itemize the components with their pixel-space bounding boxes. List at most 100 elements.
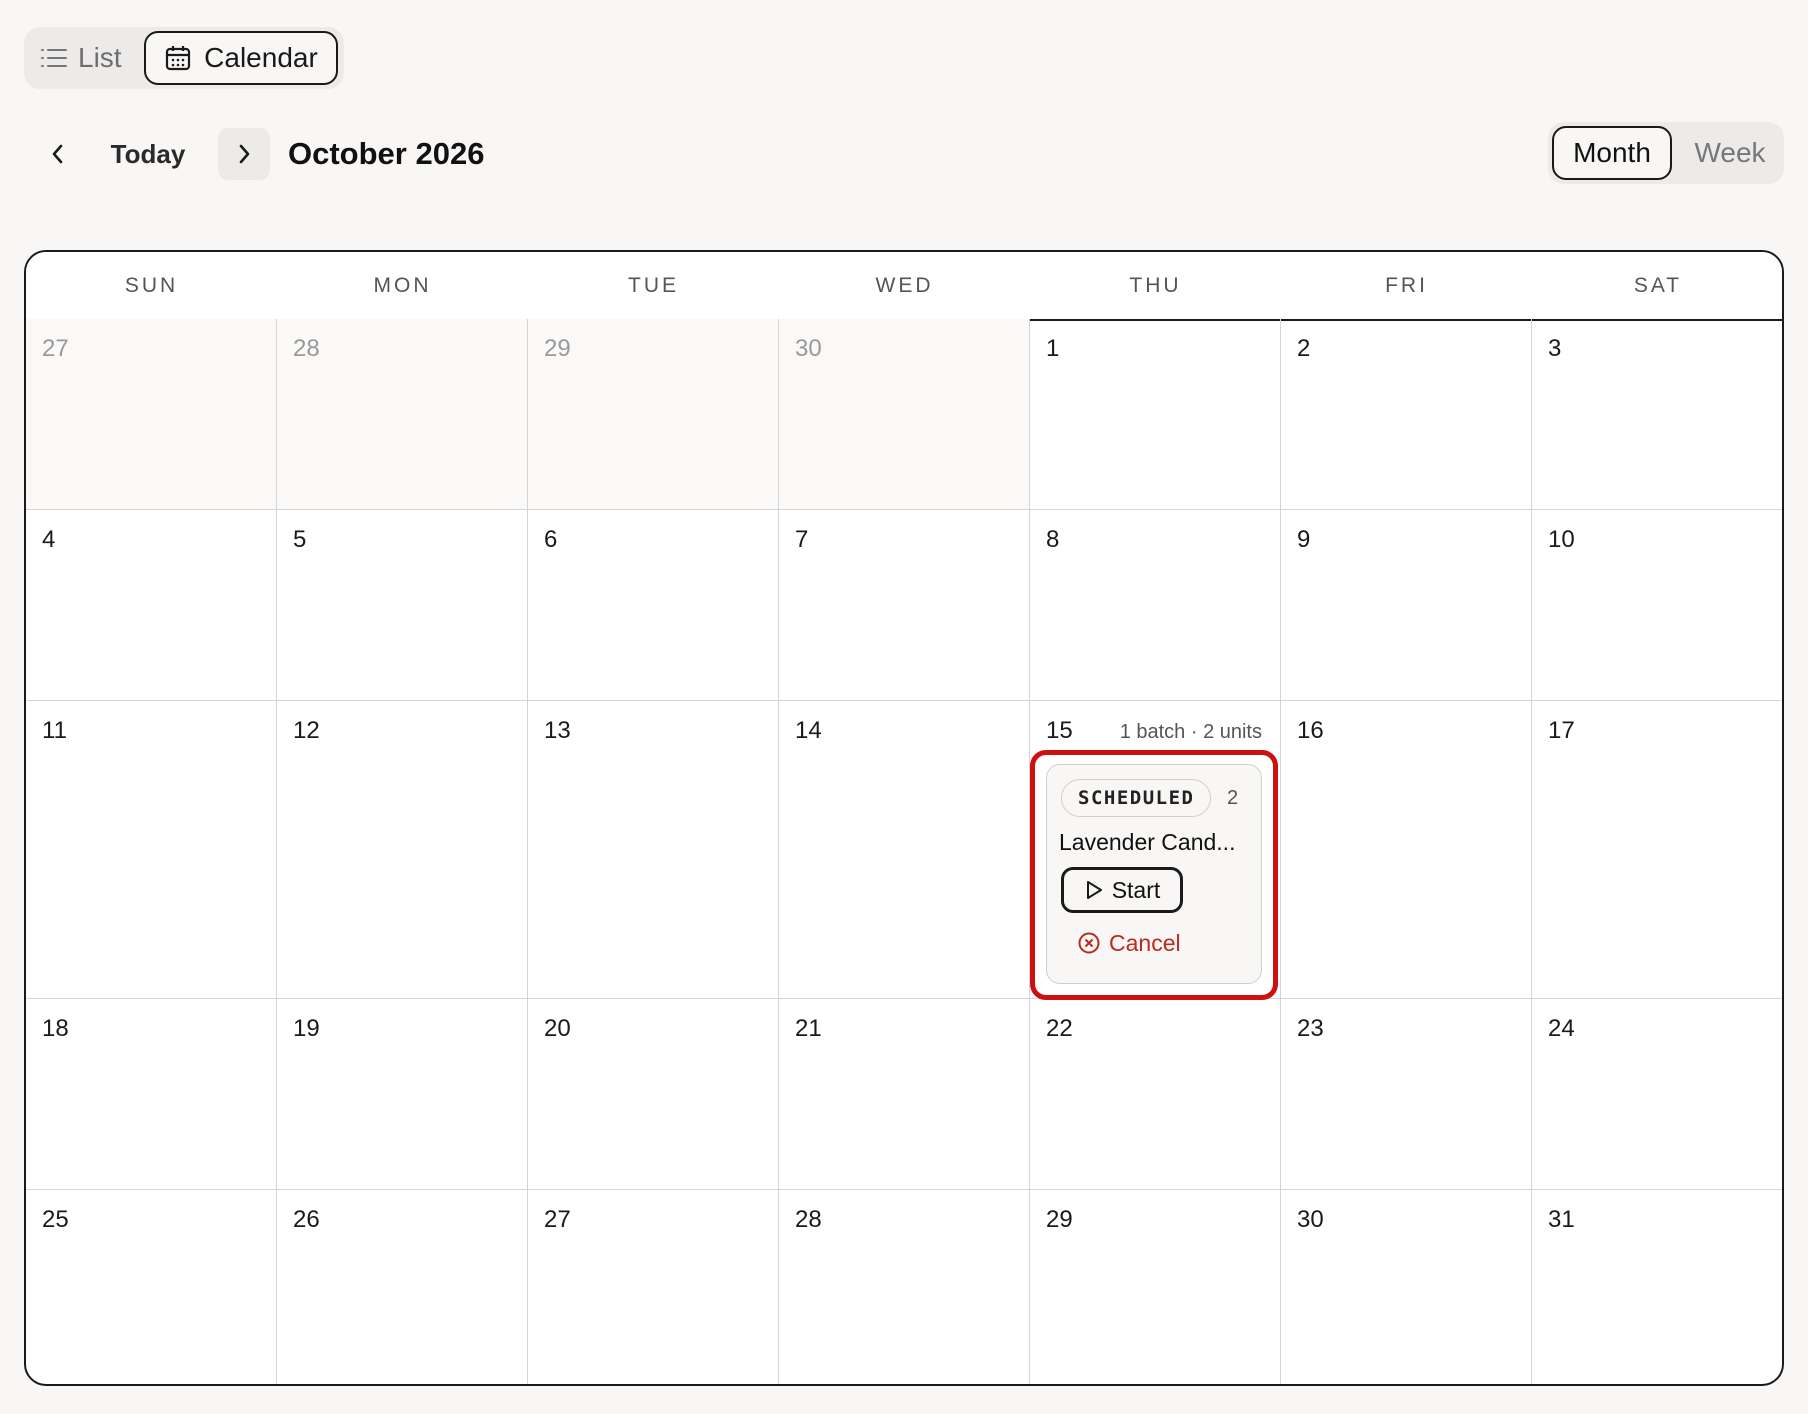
status-badge: SCHEDULED — [1061, 779, 1212, 817]
day-cell[interactable]: 30 — [779, 319, 1030, 510]
day-cell[interactable]: 29 — [528, 319, 779, 510]
day-number: 29 — [1046, 1206, 1073, 1233]
day-number: 13 — [544, 717, 571, 744]
day-number: 10 — [1548, 526, 1575, 553]
week-view-button[interactable]: Week — [1682, 126, 1778, 180]
day-cell[interactable]: 1 — [1030, 319, 1281, 510]
weekday-header-row: SUN MON TUE WED THU FRI SAT — [26, 252, 1782, 321]
day-number: 1 — [1046, 335, 1060, 362]
range-toggle: Month Week — [1548, 122, 1784, 184]
day-cell[interactable]: 20 — [528, 999, 779, 1190]
day-number: 7 — [795, 526, 809, 553]
day-cell[interactable]: 3 — [1532, 319, 1782, 510]
day-number: 8 — [1046, 526, 1060, 553]
day-number: 3 — [1548, 335, 1562, 362]
day-cell[interactable]: 5 — [277, 510, 528, 701]
day-cell[interactable]: 6 — [528, 510, 779, 701]
day-cell[interactable]: 12 — [277, 701, 528, 999]
weekday-label: FRI — [1385, 273, 1428, 297]
weekday-label: WED — [875, 273, 934, 297]
chevron-left-icon — [49, 142, 67, 166]
weekday-label: SUN — [124, 273, 179, 297]
day-number: 6 — [544, 526, 558, 553]
day-cell[interactable]: 23 — [1281, 999, 1532, 1190]
previous-month-button[interactable] — [38, 128, 78, 180]
weekday-label: SAT — [1633, 273, 1683, 297]
play-icon — [1084, 879, 1104, 901]
day-number: 30 — [1297, 1206, 1324, 1233]
start-button[interactable]: Start — [1061, 867, 1183, 913]
list-view-button[interactable]: List — [40, 27, 122, 89]
day-number: 31 — [1548, 1206, 1575, 1233]
day-number: 4 — [42, 526, 56, 553]
day-cell[interactable]: 22 — [1030, 999, 1281, 1190]
day-cell[interactable]: 13 — [528, 701, 779, 999]
day-number: 14 — [795, 717, 822, 744]
next-month-button[interactable] — [218, 128, 270, 180]
cancel-label: Cancel — [1109, 929, 1181, 956]
day-cell[interactable]: 11 — [26, 701, 277, 999]
today-button[interactable]: Today — [94, 128, 202, 180]
month-title: October 2026 — [288, 136, 485, 171]
day-number: 26 — [293, 1206, 320, 1233]
event-card[interactable]: SCHEDULED 2 Lavender Cand... Start Cance… — [1046, 764, 1262, 984]
day-cell[interactable]: 28 — [277, 319, 528, 510]
calendar-grid: SUN MON TUE WED THU FRI SAT 27 28 29 30 1 2 3 4 5 6 7 8 9 1… — [24, 250, 1784, 1386]
month-view-button[interactable]: Month — [1552, 126, 1672, 180]
calendar-view-label: Calendar — [204, 42, 318, 73]
day-number: 27 — [42, 335, 69, 362]
weekday-label: TUE — [628, 273, 679, 297]
event-name: Lavender Cand... — [1059, 829, 1236, 855]
day-cell[interactable]: 9 — [1281, 510, 1532, 701]
list-view-label: List — [78, 42, 122, 73]
day-number: 20 — [544, 1015, 571, 1042]
day-cell[interactable]: 2 — [1281, 319, 1532, 510]
day-cell[interactable]: 17 — [1532, 701, 1782, 999]
day-number: 11 — [42, 717, 67, 744]
day-cell[interactable]: 31 — [1532, 1190, 1782, 1384]
list-icon — [40, 47, 68, 69]
day-cell[interactable]: 27 — [528, 1190, 779, 1384]
day-number: 27 — [544, 1206, 571, 1233]
day-number: 5 — [293, 526, 307, 553]
day-number: 16 — [1297, 717, 1324, 744]
day-cell[interactable]: 7 — [779, 510, 1030, 701]
day-cell[interactable]: 27 — [26, 319, 277, 510]
day-number: 28 — [795, 1206, 822, 1233]
day-cell[interactable]: 25 — [26, 1190, 277, 1384]
day-number: 30 — [795, 335, 822, 362]
view-toggle: List Calendar — [24, 27, 344, 89]
day-number: 2 — [1297, 335, 1311, 362]
event-count: 2 — [1227, 786, 1239, 809]
day-cell[interactable]: 14 — [779, 701, 1030, 999]
day-cell[interactable]: 29 — [1030, 1190, 1281, 1384]
day-cell[interactable]: 19 — [277, 999, 528, 1190]
day-cell[interactable]: 10 — [1532, 510, 1782, 701]
day-number: 12 — [293, 717, 320, 744]
day-number: 23 — [1297, 1015, 1324, 1042]
day-number: 25 — [42, 1206, 69, 1233]
day-number: 24 — [1548, 1015, 1575, 1042]
day-cell[interactable]: 26 — [277, 1190, 528, 1384]
day-cell[interactable]: 28 — [779, 1190, 1030, 1384]
cancel-circle-icon — [1077, 931, 1101, 955]
calendar-icon — [164, 44, 192, 72]
day-number: 21 — [795, 1015, 822, 1042]
day-number: 18 — [42, 1015, 69, 1042]
day-cell[interactable]: 4 — [26, 510, 277, 701]
day-number: 22 — [1046, 1015, 1073, 1042]
day-cell[interactable]: 16 — [1281, 701, 1532, 999]
day-number: 29 — [544, 335, 571, 362]
day-number: 9 — [1297, 526, 1311, 553]
start-label: Start — [1111, 876, 1161, 903]
calendar-view-button[interactable]: Calendar — [144, 31, 338, 85]
day-cell[interactable]: 24 — [1532, 999, 1782, 1190]
day-number: 28 — [293, 335, 320, 362]
day-cell[interactable]: 18 — [26, 999, 277, 1190]
day-cell[interactable]: 8 — [1030, 510, 1281, 701]
day-number: 19 — [293, 1015, 320, 1042]
day-number: 17 — [1548, 717, 1575, 744]
day-cell[interactable]: 30 — [1281, 1190, 1532, 1384]
day-cell[interactable]: 21 — [779, 999, 1030, 1190]
cancel-button[interactable]: Cancel — [1077, 923, 1181, 963]
